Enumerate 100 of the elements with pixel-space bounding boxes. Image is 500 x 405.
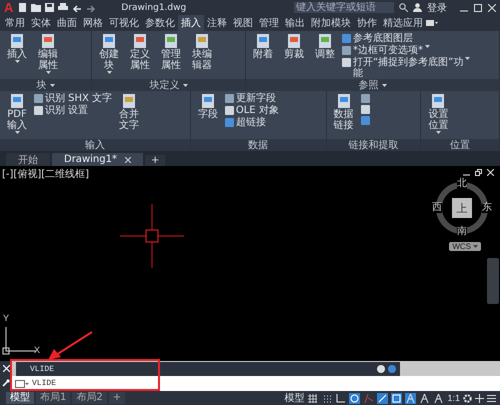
document-tab[interactable]: 开始 <box>6 153 50 166</box>
model-space-button[interactable]: 模型 <box>284 391 304 405</box>
ribbon-button[interactable]: 数据链接 <box>330 93 358 131</box>
ribbon-button[interactable]: PDF 输入 <box>3 93 31 134</box>
close-icon[interactable] <box>487 169 494 176</box>
caret-icon[interactable] <box>50 84 54 86</box>
square-icon <box>360 94 370 103</box>
globe-icon[interactable] <box>388 365 396 373</box>
sign-in-link[interactable]: 登录 <box>427 0 447 14</box>
ribbon-button[interactable]: 字段 <box>194 93 222 120</box>
ribbon-button[interactable]: 设置位置 <box>424 93 452 134</box>
square-icon <box>224 94 234 103</box>
layout-tab[interactable]: 布局2 <box>72 392 107 404</box>
ribbon-button[interactable]: 识别 设置 <box>34 105 112 116</box>
new-tab-button[interactable]: + <box>144 155 166 166</box>
search-icon[interactable] <box>399 3 408 12</box>
isodraft-toggle-icon[interactable] <box>363 392 374 404</box>
viewport-label[interactable]: [-][俯视][二维线框] <box>2 167 90 181</box>
ribbon-tab[interactable]: 输出 <box>282 15 308 31</box>
caret-icon <box>106 71 112 74</box>
command-input[interactable]: VLIDE <box>12 376 500 391</box>
new-file-icon[interactable] <box>18 3 28 12</box>
layout-tab[interactable]: 布局1 <box>36 392 70 404</box>
printer-icon[interactable] <box>58 3 68 12</box>
polar-toggle-icon[interactable] <box>349 392 360 404</box>
document-icon <box>317 33 333 49</box>
annotation-arrow <box>46 331 94 361</box>
ribbon-button[interactable]: OLE 对象 <box>224 105 279 116</box>
ribbon-button[interactable]: 管理属性 <box>157 33 185 71</box>
ribbon-button[interactable]: 合并文字 <box>115 93 144 131</box>
ribbon-tab[interactable]: 协作 <box>354 15 380 31</box>
folder-icon[interactable] <box>31 3 42 12</box>
snap-toggle-icon[interactable] <box>321 392 332 404</box>
ribbon-button[interactable]: 剪裁 <box>280 33 308 60</box>
compass-label[interactable]: 东 <box>482 203 492 213</box>
caret-icon[interactable] <box>382 84 386 86</box>
caret-icon <box>425 45 430 48</box>
osnap-toggle-icon[interactable] <box>391 392 402 404</box>
ribbon-button[interactable]: 块编辑器 <box>188 33 216 71</box>
annotation-toggle-icon[interactable] <box>405 392 416 404</box>
ribbon-button[interactable]: 定义属性 <box>126 33 154 71</box>
ribbon-tab[interactable]: 网格 <box>80 15 106 31</box>
group-label: 块 <box>36 78 46 92</box>
ribbon-button[interactable]: 编辑属性 <box>34 33 62 74</box>
annotation-toggle-icon[interactable] <box>419 392 430 404</box>
ribbon-button[interactable]: 识别 SHX 文字 <box>34 93 112 104</box>
help-icon[interactable] <box>377 365 385 373</box>
panel-switch-icon[interactable] <box>426 19 438 27</box>
caret-icon[interactable] <box>182 84 188 86</box>
ortho-toggle-icon[interactable] <box>335 392 346 404</box>
annotation-scale[interactable]: 1:1 <box>447 393 460 403</box>
new-layout-button[interactable]: + <box>108 392 126 404</box>
ribbon-button[interactable]: *边框可变选项* <box>342 45 470 56</box>
maximize-icon[interactable] <box>474 4 482 12</box>
grid-toggle-icon[interactable] <box>307 392 318 404</box>
ribbon-tab[interactable]: 常用 <box>2 15 28 31</box>
command-text: VLIDE <box>30 364 56 374</box>
gear-icon[interactable] <box>463 394 472 402</box>
layout-tab[interactable]: 模型 <box>6 392 34 404</box>
ribbon-tab[interactable]: 可视化 <box>106 15 142 31</box>
wrench-icon[interactable] <box>2 379 10 388</box>
ribbon-button[interactable]: 超链接 <box>224 117 279 128</box>
compass-label[interactable]: 南 <box>457 227 467 237</box>
menu-icon[interactable] <box>487 394 496 402</box>
ribbon-button[interactable]: 调整 <box>311 33 339 60</box>
annotation-toggle-icon[interactable] <box>433 392 444 404</box>
document-icon <box>194 33 210 49</box>
caret-icon <box>436 131 441 134</box>
ribbon-tab[interactable]: 精选应用 <box>380 15 426 31</box>
plus-icon[interactable] <box>475 394 484 402</box>
ribbon-button[interactable]: 创建块 <box>95 33 123 74</box>
ribbon-tab[interactable]: 参数化 <box>142 15 178 31</box>
close-icon[interactable] <box>488 4 496 12</box>
ribbon-button[interactable]: 打开“捕捉到参考底图”功能 <box>342 57 470 79</box>
document-icon <box>9 33 25 49</box>
compass-label[interactable]: 西 <box>432 203 442 213</box>
ribbon-tab[interactable]: 曲面 <box>54 15 80 31</box>
undo-arrow-icon[interactable] <box>72 3 82 12</box>
ribbon-button[interactable]: 更新字段 <box>224 93 279 104</box>
document-icon <box>121 93 138 109</box>
ribbon-tab[interactable]: 实体 <box>28 15 54 31</box>
ribbon-button[interactable]: 附着 <box>249 33 277 60</box>
ribbon-tab[interactable]: 管理 <box>256 15 282 31</box>
ribbon-button[interactable]: 插入 <box>3 33 31 63</box>
ribbon-tab[interactable]: 插入 <box>178 15 204 31</box>
ribbon-tab[interactable]: 视图 <box>230 15 256 31</box>
close-icon[interactable] <box>124 156 131 162</box>
square-icon <box>360 116 370 125</box>
prompt-icon[interactable] <box>15 380 29 388</box>
document-tab[interactable]: Drawing1* <box>52 153 143 166</box>
document-icon <box>163 33 179 49</box>
ucs-dropdown[interactable]: WCS <box>449 242 481 251</box>
compass-label[interactable]: 北 <box>457 179 467 189</box>
document-icon <box>101 33 117 49</box>
restore-icon[interactable] <box>475 169 482 176</box>
ribbon-tab[interactable]: 附加模块 <box>308 15 354 31</box>
ribbon-tab[interactable]: 注释 <box>204 15 230 31</box>
ribbon-button[interactable]: 参考底图图层 <box>342 33 470 44</box>
redo-arrow-icon[interactable] <box>86 3 96 12</box>
viewcube-face[interactable]: 上 <box>452 198 472 218</box>
